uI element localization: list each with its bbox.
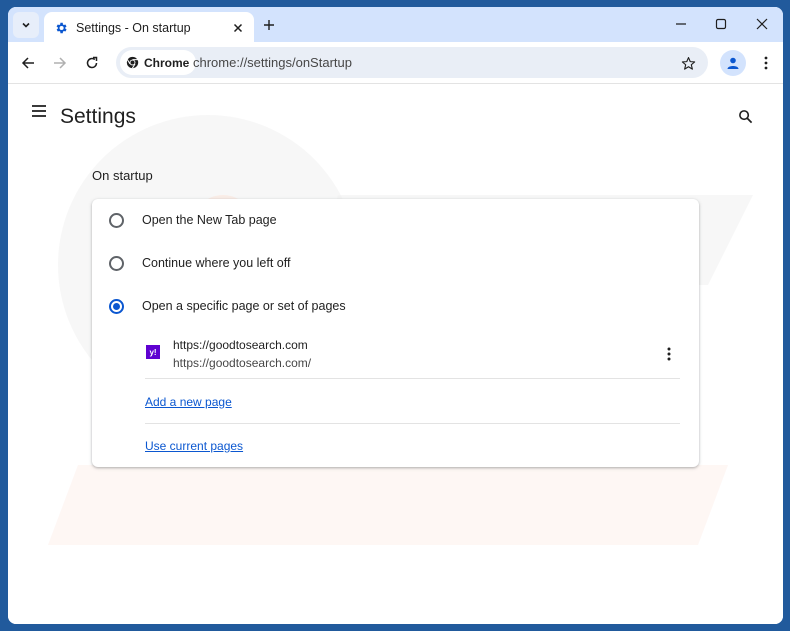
star-icon <box>681 56 695 70</box>
browser-window: Settings - On startup Chrome chrome://se… <box>8 7 783 624</box>
page-entry-more-button[interactable] <box>657 342 681 366</box>
forward-button[interactable] <box>48 51 72 75</box>
gear-icon <box>56 22 67 34</box>
reload-button[interactable] <box>80 51 104 75</box>
radio-option-specific-pages[interactable]: Open a specific page or set of pages <box>92 285 699 327</box>
person-icon <box>727 57 739 69</box>
startup-page-entry: y! https://goodtosearch.com https://good… <box>145 333 680 379</box>
plus-icon <box>264 20 274 30</box>
radio-label: Open a specific page or set of pages <box>142 299 346 313</box>
tab-settings[interactable]: Settings - On startup <box>44 12 254 44</box>
more-vert-icon <box>667 347 671 361</box>
radio-button[interactable] <box>109 255 124 271</box>
maximize-button[interactable] <box>706 12 736 36</box>
page-entry-title: https://goodtosearch.com <box>173 338 308 352</box>
tab-title: Settings - On startup <box>76 21 191 35</box>
url-text[interactable]: chrome://settings/onStartup <box>193 55 352 70</box>
tab-search-button[interactable] <box>13 12 39 38</box>
close-icon <box>756 18 768 30</box>
address-bar[interactable]: Chrome chrome://settings/onStartup <box>116 47 708 78</box>
radio-option-new-tab[interactable]: Open the New Tab page <box>92 199 699 241</box>
radio-label: Continue where you left off <box>142 256 291 270</box>
arrow-right-icon <box>54 57 67 69</box>
yahoo-favicon-icon: y! <box>146 345 160 359</box>
close-window-button[interactable] <box>747 12 777 36</box>
new-tab-button[interactable] <box>258 14 280 36</box>
search-settings-button[interactable] <box>734 105 756 127</box>
radio-button[interactable] <box>109 212 124 228</box>
reload-icon <box>86 56 98 69</box>
minimize-button[interactable] <box>666 12 696 36</box>
startup-card: Open the New Tab page Continue where you… <box>92 199 699 467</box>
add-page-row: Add a new page <box>145 380 680 424</box>
chip-label: Chrome <box>144 55 190 70</box>
tab-strip: Settings - On startup <box>8 7 783 44</box>
add-new-page-link[interactable]: Add a new page <box>145 395 232 409</box>
site-info-chip[interactable]: Chrome <box>120 50 197 75</box>
bookmark-button[interactable] <box>678 53 698 73</box>
profile-button[interactable] <box>720 50 746 76</box>
use-current-pages-link[interactable]: Use current pages <box>145 439 243 453</box>
radio-button-selected[interactable] <box>109 298 124 314</box>
maximize-icon <box>715 18 727 30</box>
main-menu-button[interactable] <box>28 100 50 122</box>
minimize-icon <box>676 23 686 25</box>
chevron-down-icon <box>22 22 30 28</box>
close-icon <box>233 23 243 33</box>
hamburger-icon <box>32 105 46 117</box>
settings-page: Settings On startup Open the New Tab pag… <box>8 85 783 624</box>
chrome-logo-icon <box>126 56 139 69</box>
search-icon <box>738 109 752 123</box>
use-current-row: Use current pages <box>145 424 680 468</box>
arrow-left-icon <box>21 57 34 69</box>
page-entry-url: https://goodtosearch.com/ <box>173 356 312 370</box>
tab-close-button[interactable] <box>228 18 248 38</box>
radio-label: Open the New Tab page <box>142 213 277 227</box>
section-title: On startup <box>92 168 153 183</box>
back-button[interactable] <box>16 51 40 75</box>
browser-menu-button[interactable] <box>754 51 778 75</box>
page-title: Settings <box>60 105 136 128</box>
radio-option-continue[interactable]: Continue where you left off <box>92 242 699 284</box>
toolbar: Chrome chrome://settings/onStartup <box>8 42 783 84</box>
more-vert-icon <box>764 56 768 70</box>
